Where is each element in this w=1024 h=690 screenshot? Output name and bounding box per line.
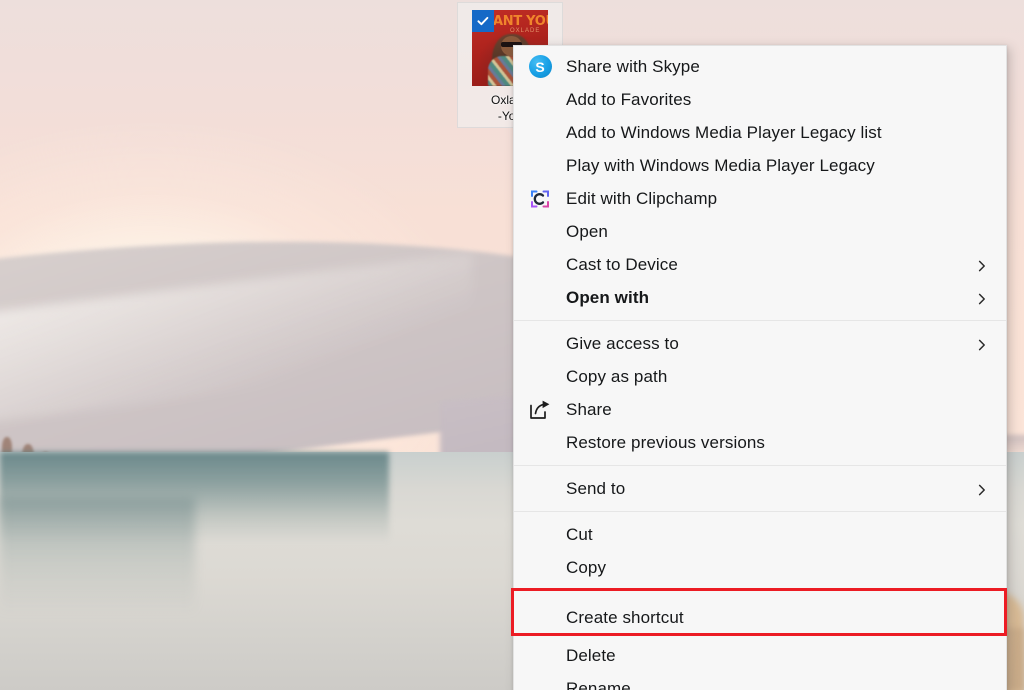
menu-item-restore-previous-versions[interactable]: Restore previous versions <box>514 426 1006 459</box>
chevron-right-icon <box>976 292 988 304</box>
menu-item-delete[interactable]: Delete <box>514 639 1006 672</box>
menu-item-label: Restore previous versions <box>566 432 766 452</box>
menu-item-label: Create shortcut <box>566 608 684 627</box>
chevron-right-icon <box>976 259 988 271</box>
menu-item-cast-to-device[interactable]: Cast to Device <box>514 248 1006 281</box>
menu-item-label: Add to Windows Media Player Legacy list <box>566 122 882 142</box>
screen: ANT YOU OXLADE Oxlade -You S Share with … <box>0 0 1024 690</box>
menu-item-label: Share <box>566 399 612 419</box>
menu-separator <box>514 590 1006 591</box>
menu-item-give-access-to[interactable]: Give access to <box>514 327 1006 360</box>
menu-item-rename[interactable]: Rename <box>514 672 1006 690</box>
menu-item-play-with-wmp-legacy[interactable]: Play with Windows Media Player Legacy <box>514 149 1006 182</box>
chevron-right-icon <box>976 338 988 350</box>
menu-item-label: Share with Skype <box>566 56 700 76</box>
menu-item-send-to[interactable]: Send to <box>514 472 1006 505</box>
menu-item-edit-with-clipchamp[interactable]: Edit with Clipchamp <box>514 182 1006 215</box>
menu-item-label: Send to <box>566 478 626 498</box>
menu-item-label: Open with <box>566 287 650 307</box>
menu-item-open-with[interactable]: Open with <box>514 281 1006 314</box>
menu-item-label: Copy as path <box>566 366 668 386</box>
menu-item-add-to-wmp-legacy-list[interactable]: Add to Windows Media Player Legacy list <box>514 116 1006 149</box>
album-art-title: ANT YOU <box>493 14 548 29</box>
menu-item-share[interactable]: Share <box>514 393 1006 426</box>
menu-item-label: Cast to Device <box>566 254 678 274</box>
skype-icon: S <box>527 54 553 80</box>
share-icon <box>527 397 553 423</box>
menu-item-label: Play with Windows Media Player Legacy <box>566 155 875 175</box>
clipchamp-icon <box>527 186 553 212</box>
menu-item-share-with-skype[interactable]: S Share with Skype <box>514 50 1006 83</box>
menu-separator <box>514 511 1006 512</box>
menu-item-label: Delete <box>566 645 616 665</box>
menu-item-label: Edit with Clipchamp <box>566 188 718 208</box>
chevron-right-icon <box>976 483 988 495</box>
menu-item-cut[interactable]: Cut <box>514 518 1006 551</box>
menu-separator <box>514 320 1006 321</box>
menu-item-copy-as-path[interactable]: Copy as path <box>514 360 1006 393</box>
menu-item-copy[interactable]: Copy <box>514 551 1006 584</box>
menu-item-open[interactable]: Open <box>514 215 1006 248</box>
context-menu[interactable]: S Share with Skype Add to Favorites Add … <box>513 45 1007 690</box>
menu-item-label: Give access to <box>566 333 679 353</box>
wallpaper-water-reflection <box>0 496 195 615</box>
menu-item-create-shortcut[interactable]: Create shortcut <box>514 597 1006 639</box>
menu-item-label: Cut <box>566 524 593 544</box>
menu-item-label: Add to Favorites <box>566 89 692 109</box>
menu-item-add-to-favorites[interactable]: Add to Favorites <box>514 83 1006 116</box>
menu-item-label: Copy <box>566 557 607 577</box>
menu-item-label: Rename <box>566 678 631 690</box>
selection-checkmark-icon <box>472 10 494 32</box>
menu-separator <box>514 465 1006 466</box>
menu-item-label: Open <box>566 221 608 241</box>
